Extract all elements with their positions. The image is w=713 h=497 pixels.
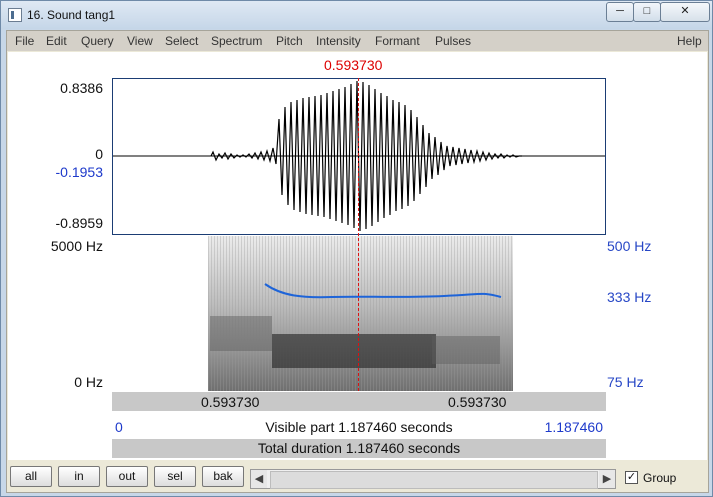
menu-spectrum[interactable]: Spectrum [211,34,262,48]
waveform-mark-label: -0.1953 [55,164,103,180]
menu-file[interactable]: File [15,34,34,48]
waveform-plot [113,80,605,232]
scroll-thumb[interactable] [270,471,598,489]
menu-pitch[interactable]: Pitch [276,34,303,48]
menu-query[interactable]: Query [81,34,114,48]
maximize-button[interactable]: □ [633,2,661,22]
all-button[interactable]: all [10,466,52,487]
right-cursor-time: 0.593730 [448,394,507,410]
spectrogram-dark-band [210,316,272,351]
group-label: Group [643,471,677,485]
window-title: 16. Sound tang1 [27,8,116,22]
cursor-line [358,78,359,391]
pitch-middle-frequency-right: 333 Hz [607,289,652,305]
sound-editor[interactable]: 0.593730 0.8386 0 -0.1953 -0.8959 5000 H… [8,52,707,460]
scroll-right-button[interactable]: ▶ [599,470,615,488]
spectrogram-dark-band [432,336,500,364]
scroll-left-button[interactable]: ◀ [251,470,267,488]
bak-button[interactable]: bak [202,466,244,487]
horizontal-scrollbar[interactable]: ◀ ▶ [250,469,616,489]
visible-range-bar: 0 Visible part 1.187460 seconds 1.187460 [112,418,606,437]
app-icon [8,8,22,22]
cursor-time-label: 0.593730 [324,57,383,73]
spectrogram-bottom-frequency-left: 0 Hz [74,374,103,390]
sel-button[interactable]: sel [154,466,196,487]
left-cursor-time: 0.593730 [201,394,260,410]
spectrogram-dark-band [272,334,436,368]
visible-end: 1.187460 [544,419,603,435]
in-button[interactable]: in [58,466,100,487]
praat-sound-window: 16. Sound tang1 ─ □ ✕ File Edit Query Vi… [0,0,713,497]
group-checkbox[interactable]: ✓ [625,471,638,484]
pitch-top-frequency-right: 500 Hz [607,238,652,254]
spectrogram-top-frequency-left: 5000 Hz [50,238,103,254]
menu-bar: File Edit Query View Select Spectrum Pit… [7,31,708,51]
menu-intensity[interactable]: Intensity [316,34,361,48]
waveform-top-label: 0.8386 [60,80,103,96]
menu-view[interactable]: View [127,34,153,48]
minimize-button[interactable]: ─ [606,2,634,22]
menu-help[interactable]: Help [677,34,702,48]
client-area: File Edit Query View Select Spectrum Pit… [6,30,709,493]
pitch-bottom-frequency-right: 75 Hz [607,374,644,390]
menu-edit[interactable]: Edit [46,34,67,48]
menu-pulses[interactable]: Pulses [435,34,471,48]
visible-part-label: Visible part 1.187460 seconds [265,419,453,435]
close-button[interactable]: ✕ [660,2,710,22]
waveform-zero-label: 0 [95,146,103,162]
title-bar[interactable]: 16. Sound tang1 ─ □ ✕ [1,1,712,29]
editor-controls: all in out sel bak ◀ ▶ ✓ Group [7,461,708,492]
waveform-bottom-label: -0.8959 [55,215,103,231]
total-duration-label: Total duration 1.187460 seconds [257,440,461,456]
total-duration-bar: Total duration 1.187460 seconds [112,439,606,458]
cursor-time-bar: 0.593730 0.593730 [112,392,606,411]
menu-select[interactable]: Select [165,34,198,48]
menu-formant[interactable]: Formant [375,34,420,48]
waveform-panel[interactable] [112,78,606,235]
out-button[interactable]: out [106,466,148,487]
